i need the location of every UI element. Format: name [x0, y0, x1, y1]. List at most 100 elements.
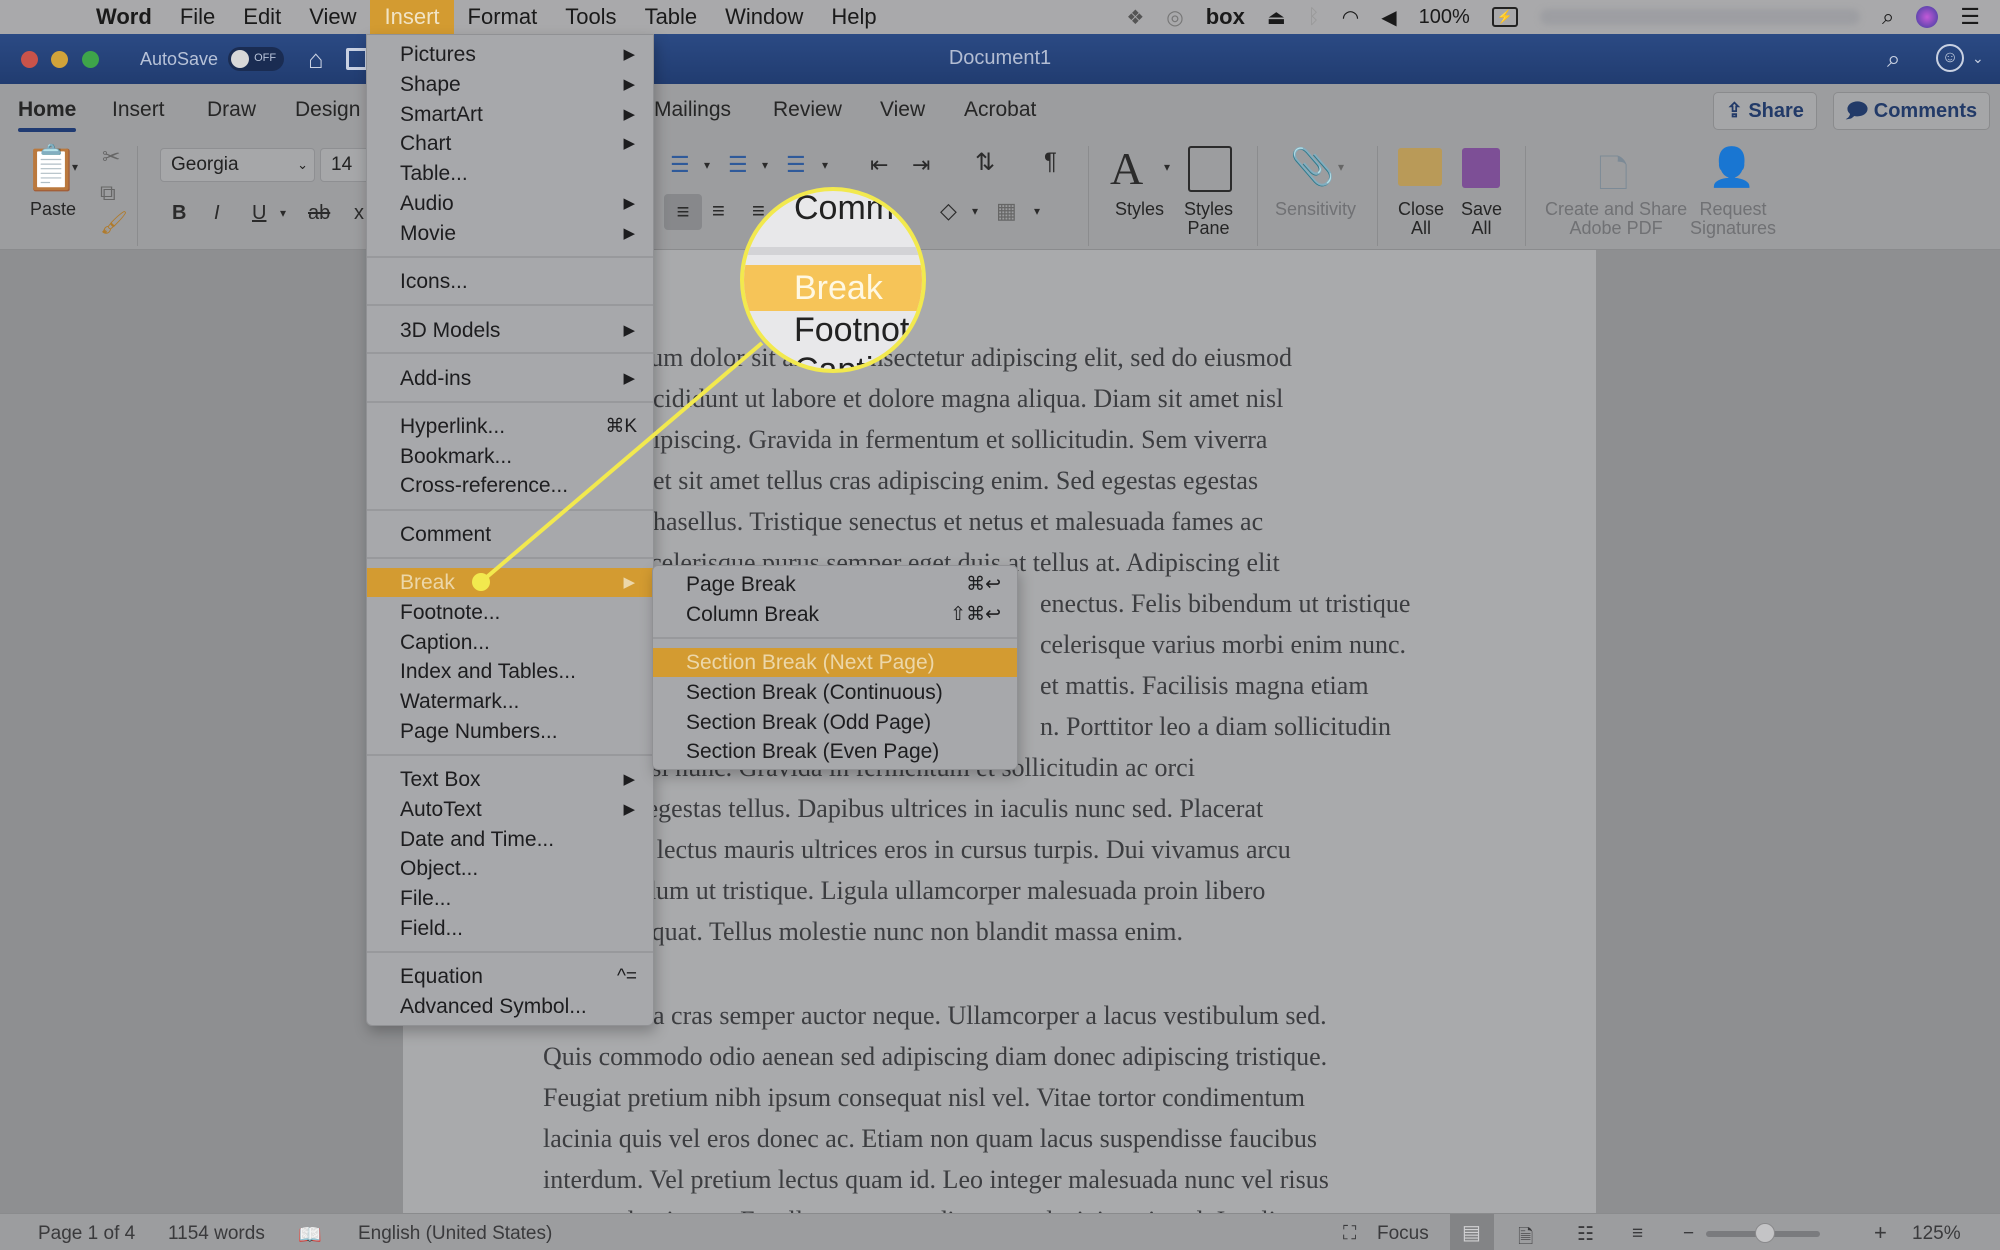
- menu-item-page-break[interactable]: Page Break ⌘↩: [653, 570, 1017, 599]
- menu-item-section-break-continuous[interactable]: Section Break (Continuous): [653, 678, 1017, 707]
- italic-button[interactable]: I: [214, 202, 220, 225]
- underline-button[interactable]: U: [252, 202, 266, 225]
- paragraph-2[interactable]: a cras semper auctor neque. Ullamcorper …: [543, 995, 1543, 1241]
- bluetooth-icon[interactable]: ᛒ: [1308, 6, 1320, 29]
- menu-item-text-box[interactable]: Text Box ▶: [367, 765, 653, 794]
- chevron-down-icon[interactable]: ▾: [822, 158, 828, 172]
- show-formatting-marks-icon[interactable]: ¶: [1044, 148, 1057, 176]
- zoom-out-button[interactable]: −: [1683, 1223, 1694, 1245]
- zoom-slider-handle[interactable]: [1755, 1223, 1776, 1243]
- focus-icon[interactable]: ⛶: [1343, 1223, 1356, 1245]
- borders-icon[interactable]: ▦: [996, 198, 1017, 224]
- menu-item-audio[interactable]: Audio ▶: [367, 189, 653, 218]
- close-all-button[interactable]: Close All: [1398, 200, 1444, 238]
- menu-item-autotext[interactable]: AutoText ▶: [367, 795, 653, 824]
- notification-center-icon[interactable]: ☰: [1960, 4, 1980, 30]
- copy-icon[interactable]: ⧉: [100, 180, 116, 206]
- word-count[interactable]: 1154 words: [168, 1223, 265, 1245]
- menu-item-file[interactable]: File...: [367, 884, 653, 913]
- chevron-down-icon[interactable]: ▾: [280, 206, 286, 220]
- multilevel-list-icon[interactable]: ☰: [786, 152, 806, 178]
- paste-clipboard-icon[interactable]: 📋: [24, 142, 79, 194]
- save-all-icon[interactable]: [1462, 148, 1500, 188]
- menu-item-hyperlink[interactable]: Hyperlink... ⌘K: [367, 412, 653, 441]
- tab-view[interactable]: View: [880, 98, 925, 122]
- box-icon[interactable]: box: [1206, 4, 1245, 30]
- font-name-select[interactable]: Georgia ⌄: [160, 148, 315, 182]
- chevron-down-icon[interactable]: ▾: [1164, 160, 1170, 174]
- menu-item-shape[interactable]: Shape ▶: [367, 70, 653, 99]
- styles-icon[interactable]: A: [1110, 142, 1143, 195]
- cut-icon[interactable]: ✂: [102, 144, 120, 170]
- menu-item-date-and-time[interactable]: Date and Time...: [367, 825, 653, 854]
- chevron-down-icon[interactable]: ▾: [704, 158, 710, 172]
- menu-item-chart[interactable]: Chart ▶: [367, 129, 653, 158]
- focus-button[interactable]: Focus: [1377, 1223, 1429, 1245]
- menu-item-pictures[interactable]: Pictures ▶: [367, 40, 653, 69]
- menu-edit[interactable]: Edit: [229, 0, 295, 34]
- tab-draw[interactable]: Draw: [207, 98, 256, 122]
- sensitivity-button[interactable]: Sensitivity: [1275, 200, 1356, 219]
- zoom-level[interactable]: 125%: [1912, 1223, 1961, 1245]
- feedback-smiley-icon[interactable]: ☺: [1936, 44, 1964, 72]
- menu-app-word[interactable]: Word: [82, 0, 166, 34]
- volume-icon[interactable]: ◀: [1381, 5, 1396, 30]
- save-all-button[interactable]: Save All: [1461, 200, 1502, 238]
- tab-design[interactable]: Design: [295, 98, 360, 122]
- menu-window[interactable]: Window: [711, 0, 817, 34]
- tab-review[interactable]: Review: [773, 98, 842, 122]
- chevron-down-icon[interactable]: ⌄: [1972, 50, 1984, 67]
- page-count[interactable]: Page 1 of 4: [38, 1223, 135, 1245]
- menu-format[interactable]: Format: [454, 0, 552, 34]
- menu-table[interactable]: Table: [631, 0, 712, 34]
- menu-item-object[interactable]: Object...: [367, 854, 653, 883]
- menu-item-3d-models[interactable]: 3D Models ▶: [367, 316, 653, 345]
- outline-view-icon[interactable]: ☷: [1577, 1223, 1594, 1246]
- menu-item-section-break-even-page[interactable]: Section Break (Even Page): [653, 737, 1017, 766]
- proofing-icon[interactable]: 📖: [298, 1223, 322, 1247]
- numbering-icon[interactable]: ☰: [728, 152, 748, 178]
- language[interactable]: English (United States): [358, 1223, 552, 1245]
- share-button[interactable]: ⇪ Share: [1713, 92, 1817, 130]
- align-left-button[interactable]: ≡: [664, 194, 702, 230]
- styles-pane-button[interactable]: Styles Pane: [1184, 200, 1233, 238]
- menu-file[interactable]: File: [166, 0, 229, 34]
- font-size-select[interactable]: 14: [320, 148, 370, 182]
- request-signatures-button[interactable]: Request Signatures: [1690, 200, 1776, 238]
- search-icon[interactable]: ⌕: [1887, 46, 1900, 74]
- menu-item-equation[interactable]: Equation ^=: [367, 962, 653, 991]
- siri-icon[interactable]: [1916, 6, 1939, 28]
- bullets-icon[interactable]: ☰: [670, 152, 690, 178]
- spotlight-search-icon[interactable]: ⌕: [1882, 4, 1894, 30]
- airplay-icon[interactable]: ⏏: [1267, 5, 1286, 30]
- menu-item-cross-reference[interactable]: Cross-reference...: [367, 471, 653, 500]
- tab-acrobat[interactable]: Acrobat: [964, 98, 1036, 122]
- tab-insert[interactable]: Insert: [112, 98, 165, 122]
- format-painter-icon[interactable]: 🖌: [100, 210, 128, 236]
- menu-item-index-and-tables[interactable]: Index and Tables...: [367, 657, 653, 686]
- menu-item-watermark[interactable]: Watermark...: [367, 687, 653, 716]
- decrease-indent-icon[interactable]: ⇤: [870, 152, 888, 178]
- dropbox-icon[interactable]: ❖: [1126, 5, 1144, 30]
- menu-item-movie[interactable]: Movie ▶: [367, 219, 653, 248]
- web-layout-icon[interactable]: 🗎: [1518, 1223, 1533, 1250]
- request-signatures-icon[interactable]: 👤: [1708, 146, 1755, 190]
- chevron-down-icon[interactable]: ▾: [1034, 204, 1040, 218]
- menu-item-break[interactable]: Break ▶: [367, 568, 653, 597]
- menu-item-column-break[interactable]: Column Break ⇧⌘↩: [653, 600, 1017, 629]
- draft-view-icon[interactable]: ≡: [1632, 1223, 1643, 1245]
- menu-item-page-numbers[interactable]: Page Numbers...: [367, 717, 653, 746]
- styles-button[interactable]: Styles: [1115, 200, 1164, 219]
- chevron-down-icon[interactable]: ▾: [1338, 160, 1344, 174]
- styles-pane-icon[interactable]: [1188, 146, 1232, 192]
- menu-insert[interactable]: Insert: [370, 0, 454, 34]
- menu-item-section-break-next-page[interactable]: Section Break (Next Page): [653, 648, 1017, 677]
- menu-item-add-ins[interactable]: Add-ins ▶: [367, 364, 653, 393]
- menu-item-comment[interactable]: Comment: [367, 520, 653, 549]
- chevron-down-icon[interactable]: ▾: [972, 204, 978, 218]
- sort-icon[interactable]: ⇅: [975, 148, 995, 177]
- tab-home[interactable]: Home: [18, 98, 77, 132]
- menu-item-icons[interactable]: Icons...: [367, 267, 653, 296]
- menu-item-section-break-odd-page[interactable]: Section Break (Odd Page): [653, 708, 1017, 737]
- menu-item-field[interactable]: Field...: [367, 914, 653, 943]
